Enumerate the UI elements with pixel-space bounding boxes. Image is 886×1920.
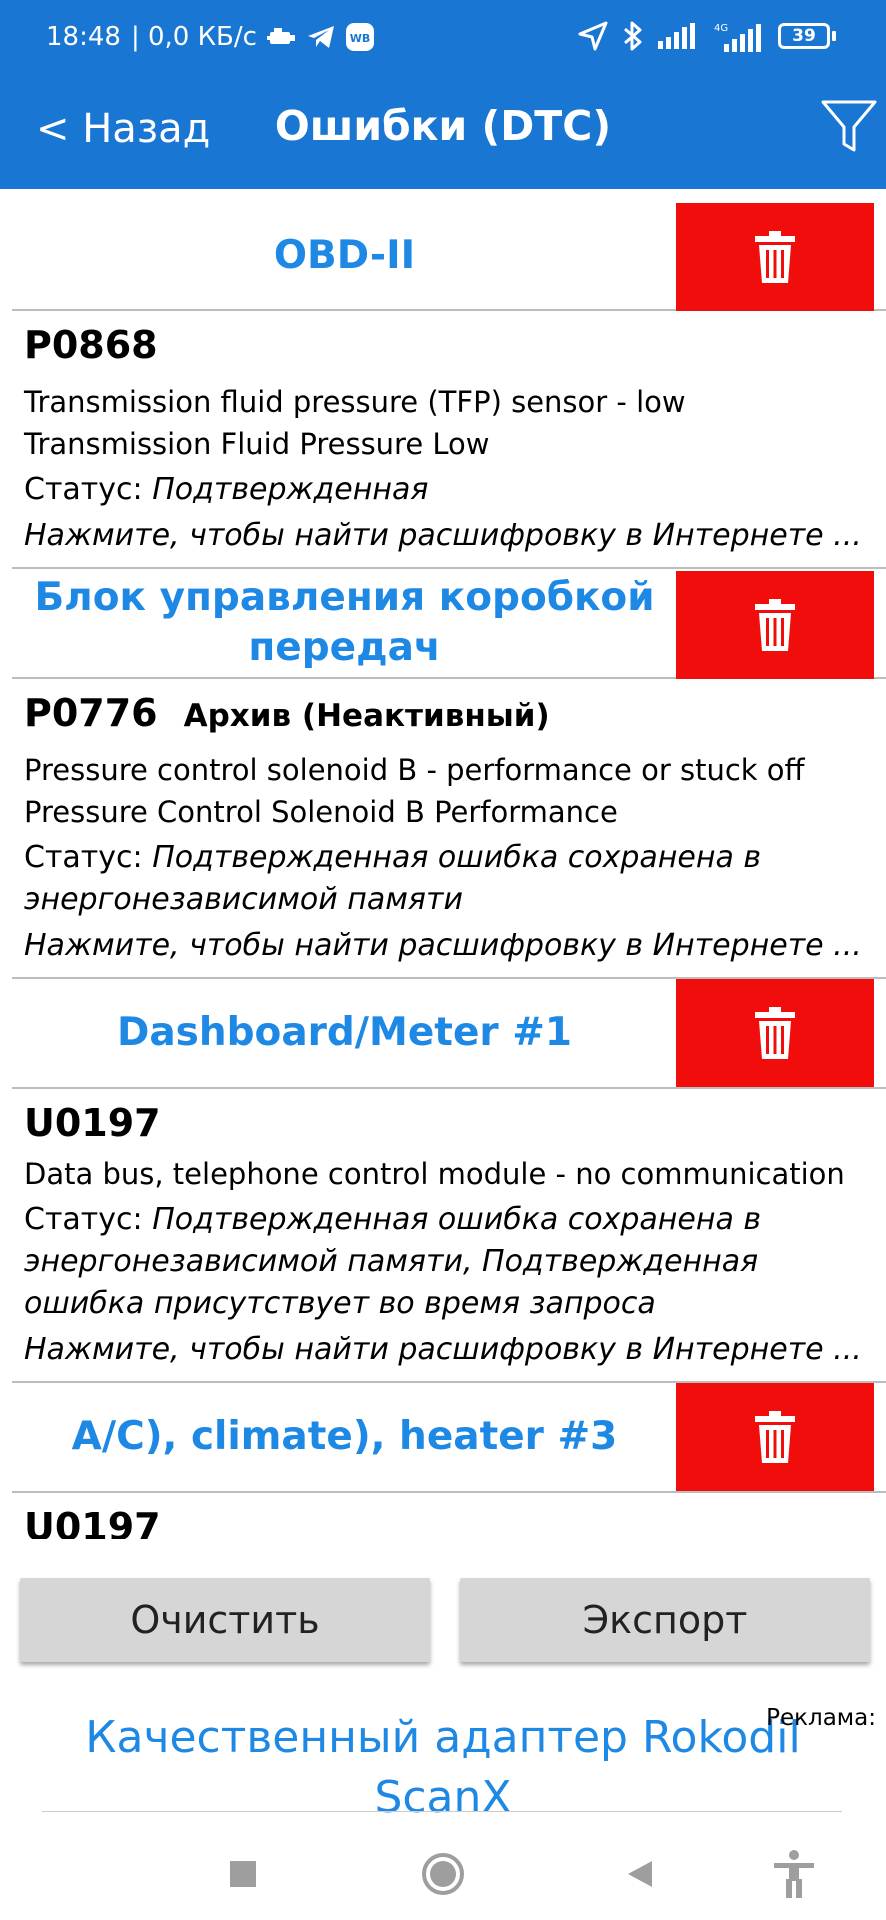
dtc-description-line: Transmission Fluid Pressure Low — [24, 427, 490, 461]
section-title: Блок управления коробкой передач — [34, 575, 655, 670]
clear-button[interactable]: Очистить — [20, 1578, 430, 1662]
divider — [42, 1811, 842, 1812]
status-bar: 18:48 | 0,0 КБ/с WB 4G 39 — [0, 0, 886, 78]
dtc-entry-head: P0776 Архив (Неактивный) — [24, 691, 872, 735]
ad-link[interactable]: Качественный адаптер Rokodil ScanX — [40, 1708, 846, 1828]
section-title: Dashboard/Meter #1 — [116, 1010, 573, 1055]
status-label: Статус: — [24, 472, 153, 507]
accessibility-icon — [774, 1850, 814, 1898]
status-speed: | 0,0 КБ/с — [130, 22, 257, 52]
dtc-status: Статус: Подтвержденная ошибка сохранена … — [24, 1199, 872, 1325]
filter-button[interactable] — [818, 94, 880, 156]
status-label: Статус: — [24, 840, 153, 875]
home-button[interactable] — [415, 1846, 471, 1902]
trash-icon — [755, 1411, 795, 1463]
dtc-entry[interactable]: U0197 — [12, 1493, 886, 1539]
back-nav-button[interactable] — [612, 1846, 668, 1902]
telegram-icon — [307, 24, 335, 50]
status-label: Статус: — [24, 1202, 153, 1237]
net-label: 4G — [714, 23, 728, 34]
dtc-description-line: Pressure control solenoid B - performanc… — [24, 753, 805, 787]
dtc-status: Статус: Подтвержденная — [24, 469, 872, 511]
trash-icon — [755, 231, 795, 283]
section-title: A/C), climate), heater #3 — [71, 1414, 618, 1459]
dtc-list[interactable]: OBD-II P0868 Transmission fluid pressure… — [0, 189, 886, 1539]
status-value: Подтвержденная — [152, 472, 429, 507]
filter-icon — [821, 100, 877, 152]
section-title: OBD-II — [273, 233, 416, 278]
dtc-code: P0776 — [24, 691, 158, 735]
trash-icon — [755, 599, 795, 651]
wb-label: WB — [350, 32, 371, 45]
dtc-description-line: Pressure Control Solenoid B Performance — [24, 795, 618, 829]
dtc-entry-head: U0197 — [24, 1101, 872, 1145]
page-title: Ошибки (DTC) — [274, 102, 612, 150]
dtc-code: P0868 — [24, 323, 158, 367]
lookup-link[interactable]: Нажмите, чтобы найти расшифровку в Интер… — [24, 515, 872, 557]
dtc-description-line: Data bus, telephone control module - no … — [24, 1157, 845, 1191]
battery-tip — [832, 31, 836, 41]
dtc-status: Статус: Подтвержденная ошибка сохранена … — [24, 837, 872, 921]
status-bar-left: 18:48 | 0,0 КБ/с WB — [46, 22, 375, 52]
section-header: Блок управления коробкой передач — [12, 569, 886, 679]
status-time: 18:48 — [46, 22, 121, 52]
dtc-entry-head: P0868 — [24, 323, 872, 367]
section-header: Dashboard/Meter #1 — [12, 979, 886, 1089]
navigation-bar — [0, 1822, 886, 1920]
dtc-description: Data bus, telephone control module - no … — [24, 1153, 872, 1195]
header: 18:48 | 0,0 КБ/с WB 4G 39 < Назад Ошибки… — [0, 0, 886, 189]
square-icon — [230, 1861, 256, 1887]
car-engine-icon — [266, 26, 297, 48]
dtc-entry[interactable]: P0868 Transmission fluid pressure (TFP) … — [12, 311, 886, 569]
action-buttons: Очистить Экспорт — [0, 1578, 886, 1664]
dtc-description: Transmission fluid pressure (TFP) sensor… — [24, 381, 872, 465]
battery-level: 39 — [778, 23, 830, 49]
battery-icon: 39 — [778, 23, 836, 49]
triangle-back-icon — [628, 1861, 652, 1887]
recent-apps-button[interactable] — [215, 1846, 271, 1902]
delete-button[interactable] — [676, 979, 874, 1087]
dtc-code: U0197 — [24, 1101, 161, 1145]
trash-icon — [755, 1007, 795, 1059]
dtc-description: Pressure control solenoid B - performanc… — [24, 749, 872, 833]
signal-icon — [658, 23, 698, 49]
location-arrow-icon — [578, 21, 608, 51]
ad-label: Реклама: — [766, 1705, 876, 1731]
signal-4g-icon: 4G — [712, 20, 764, 52]
export-button[interactable]: Экспорт — [460, 1578, 870, 1662]
dtc-code: U0197 — [24, 1505, 161, 1539]
archive-badge: Архив (Неактивный) — [183, 698, 550, 734]
lookup-link[interactable]: Нажмите, чтобы найти расшифровку в Интер… — [24, 1329, 872, 1371]
section-header: A/C), climate), heater #3 — [12, 1383, 886, 1493]
status-bar-right: 4G 39 — [578, 20, 836, 52]
delete-button[interactable] — [676, 203, 874, 311]
home-circle-icon — [422, 1853, 464, 1895]
dtc-entry[interactable]: P0776 Архив (Неактивный) Pressure contro… — [12, 679, 886, 979]
delete-button[interactable] — [676, 571, 874, 679]
dtc-entry[interactable]: U0197 Data bus, telephone control module… — [12, 1089, 886, 1383]
app-bar: < Назад Ошибки (DTC) — [0, 78, 886, 189]
section-header: OBD-II — [12, 189, 886, 311]
delete-button[interactable] — [676, 1383, 874, 1491]
wb-icon: WB — [345, 22, 375, 52]
bluetooth-icon — [622, 20, 644, 52]
dtc-description-line: Transmission fluid pressure (TFP) sensor… — [24, 385, 686, 419]
accessibility-button[interactable] — [766, 1846, 822, 1902]
lookup-link[interactable]: Нажмите, чтобы найти расшифровку в Интер… — [24, 925, 872, 967]
dtc-entry-head: U0197 — [24, 1505, 872, 1539]
